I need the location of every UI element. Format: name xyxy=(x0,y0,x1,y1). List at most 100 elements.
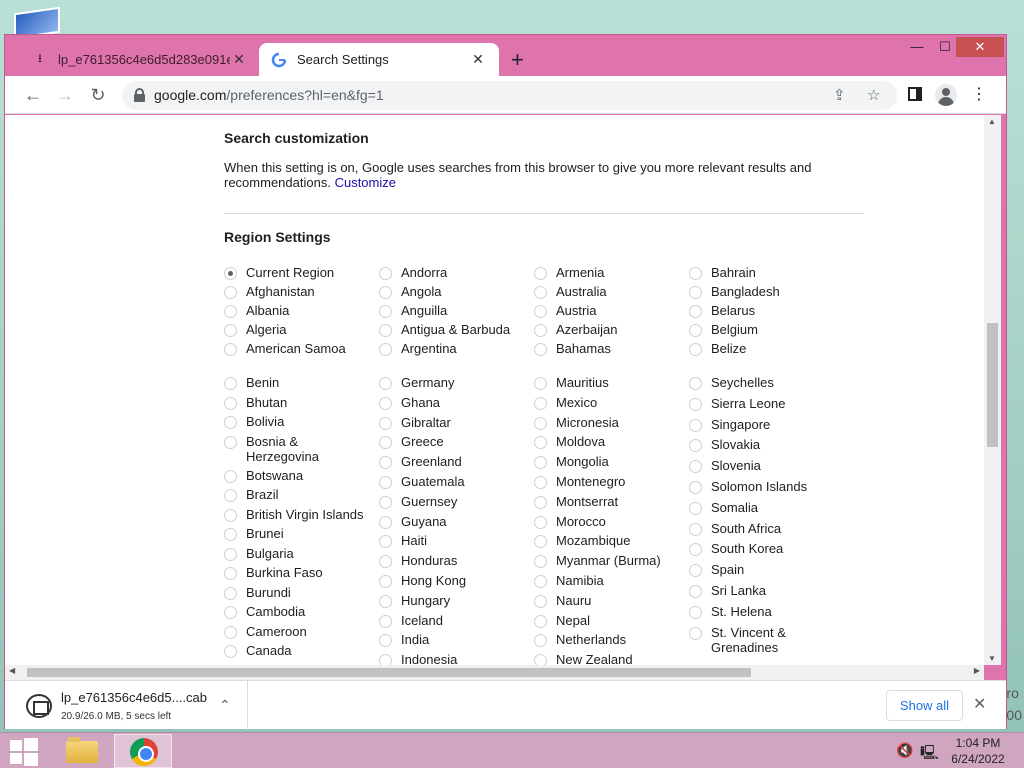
region-option[interactable]: Ghana xyxy=(379,395,440,410)
region-option[interactable]: Montserrat xyxy=(534,494,618,509)
region-option[interactable]: Benin xyxy=(224,375,279,390)
tab-close-icon[interactable]: ✕ xyxy=(469,51,487,68)
radio-button[interactable] xyxy=(379,495,392,509)
region-option[interactable]: Bosnia & Herzegovina xyxy=(224,434,356,464)
radio-button[interactable] xyxy=(379,614,392,628)
system-clock[interactable]: 1:04 PM 6/24/2022 xyxy=(948,735,1008,767)
radio-button[interactable] xyxy=(689,267,702,280)
radio-button[interactable] xyxy=(224,396,237,410)
region-option[interactable]: Australia xyxy=(534,284,607,299)
radio-button[interactable] xyxy=(534,555,547,569)
radio-button[interactable] xyxy=(534,343,547,356)
region-option[interactable]: Greenland xyxy=(379,454,462,470)
new-tab-button[interactable]: + xyxy=(511,49,524,71)
region-option[interactable]: St. Helena xyxy=(689,604,772,619)
radio-button[interactable] xyxy=(224,606,237,619)
radio-button[interactable] xyxy=(689,305,702,318)
radio-button[interactable] xyxy=(379,594,392,608)
radio-button[interactable] xyxy=(379,324,392,337)
radio-button[interactable] xyxy=(534,634,547,648)
radio-button[interactable] xyxy=(534,654,547,665)
profile-avatar-icon[interactable] xyxy=(935,84,957,106)
region-option[interactable]: Mexico xyxy=(534,395,597,410)
radio-button[interactable] xyxy=(689,343,702,356)
radio-button[interactable] xyxy=(534,456,547,470)
region-option[interactable]: Morocco xyxy=(534,514,606,529)
show-all-button[interactable]: Show all xyxy=(886,690,963,721)
radio-button[interactable] xyxy=(534,305,547,318)
region-option[interactable]: Mozambique xyxy=(534,533,630,549)
radio-button[interactable] xyxy=(689,522,702,536)
radio-button[interactable] xyxy=(689,605,702,619)
region-option[interactable]: Greece xyxy=(379,434,444,450)
radio-button[interactable] xyxy=(534,286,547,299)
region-option[interactable]: Mauritius xyxy=(534,375,609,390)
region-option[interactable]: Bahamas xyxy=(534,341,611,356)
region-option[interactable]: Antigua & Barbuda xyxy=(379,322,511,337)
chrome-taskbar-button[interactable] xyxy=(114,734,172,768)
reload-button[interactable]: ↻ xyxy=(87,84,109,106)
back-button[interactable]: ← xyxy=(22,84,44,106)
url-text[interactable]: google.com/preferences?hl=en&fg=1 xyxy=(154,87,384,103)
radio-button[interactable] xyxy=(689,397,702,411)
region-option[interactable]: Guyana xyxy=(379,514,447,529)
address-bar[interactable]: google.com/preferences?hl=en&fg=1 ⇪ ☆ xyxy=(122,81,897,110)
region-option[interactable]: Moldova xyxy=(534,434,605,450)
close-window-button[interactable]: ✕ xyxy=(956,37,1004,57)
tab-download[interactable]: ⭳ lp_e761356c4e6d5d283e091eab ✕ xyxy=(20,43,260,76)
region-option[interactable]: Seychelles xyxy=(689,375,774,390)
radio-button[interactable] xyxy=(534,535,547,549)
region-option[interactable]: Andorra xyxy=(379,265,447,280)
radio-button[interactable] xyxy=(224,645,237,658)
radio-button[interactable] xyxy=(689,501,702,515)
radio-button[interactable] xyxy=(224,267,237,280)
radio-button[interactable] xyxy=(224,286,237,299)
download-filename[interactable]: lp_e761356c4e6d5....cab xyxy=(61,690,207,705)
region-option[interactable]: Germany xyxy=(379,375,454,390)
vertical-scroll-thumb[interactable] xyxy=(987,323,998,447)
radio-button[interactable] xyxy=(379,416,392,430)
radio-button[interactable] xyxy=(689,324,702,337)
radio-button[interactable] xyxy=(224,547,237,561)
region-option[interactable]: Botswana xyxy=(224,468,303,483)
scroll-right-arrow-icon[interactable]: ▶ xyxy=(974,666,980,675)
radio-button[interactable] xyxy=(534,377,547,390)
region-option[interactable]: Micronesia xyxy=(534,415,619,430)
start-button[interactable] xyxy=(10,738,38,766)
region-option[interactable]: South Africa xyxy=(689,521,781,536)
region-option[interactable]: Burundi xyxy=(224,585,291,600)
radio-button[interactable] xyxy=(224,586,237,600)
radio-button[interactable] xyxy=(379,377,392,390)
region-option[interactable]: Gibraltar xyxy=(379,415,451,430)
region-option[interactable]: Canada xyxy=(224,643,292,658)
radio-button[interactable] xyxy=(689,585,702,598)
region-option[interactable]: St. Vincent & Grenadines xyxy=(689,625,821,655)
radio-button[interactable] xyxy=(379,267,392,280)
region-option[interactable]: Belize xyxy=(689,341,746,356)
region-option[interactable]: Argentina xyxy=(379,341,457,356)
radio-button[interactable] xyxy=(379,436,392,450)
region-option[interactable]: British Virgin Islands xyxy=(224,507,364,522)
radio-button[interactable] xyxy=(534,614,547,628)
chevron-up-icon[interactable]: ⌃ xyxy=(219,697,231,714)
lock-icon[interactable] xyxy=(134,88,145,102)
radio-button[interactable] xyxy=(689,564,702,578)
region-option[interactable]: Guernsey xyxy=(379,494,457,509)
file-explorer-taskbar-button[interactable] xyxy=(62,735,102,767)
region-option[interactable]: Bulgaria xyxy=(224,546,294,561)
region-option[interactable]: Current Region xyxy=(224,265,334,280)
region-option[interactable]: Bhutan xyxy=(224,395,287,410)
radio-button[interactable] xyxy=(689,377,702,390)
radio-button[interactable] xyxy=(689,460,702,474)
radio-button[interactable] xyxy=(379,575,392,588)
radio-button[interactable] xyxy=(689,543,702,557)
region-option[interactable]: Angola xyxy=(379,284,441,299)
scroll-down-arrow-icon[interactable]: ▼ xyxy=(988,654,996,663)
radio-button[interactable] xyxy=(224,324,237,337)
region-option[interactable]: Brunei xyxy=(224,526,284,541)
volume-muted-icon[interactable]: 🔇 xyxy=(896,742,913,759)
region-option[interactable]: Montenegro xyxy=(534,474,625,489)
region-option[interactable]: Singapore xyxy=(689,417,770,432)
customize-link[interactable]: Customize xyxy=(335,175,396,190)
forward-button[interactable]: → xyxy=(54,84,76,106)
